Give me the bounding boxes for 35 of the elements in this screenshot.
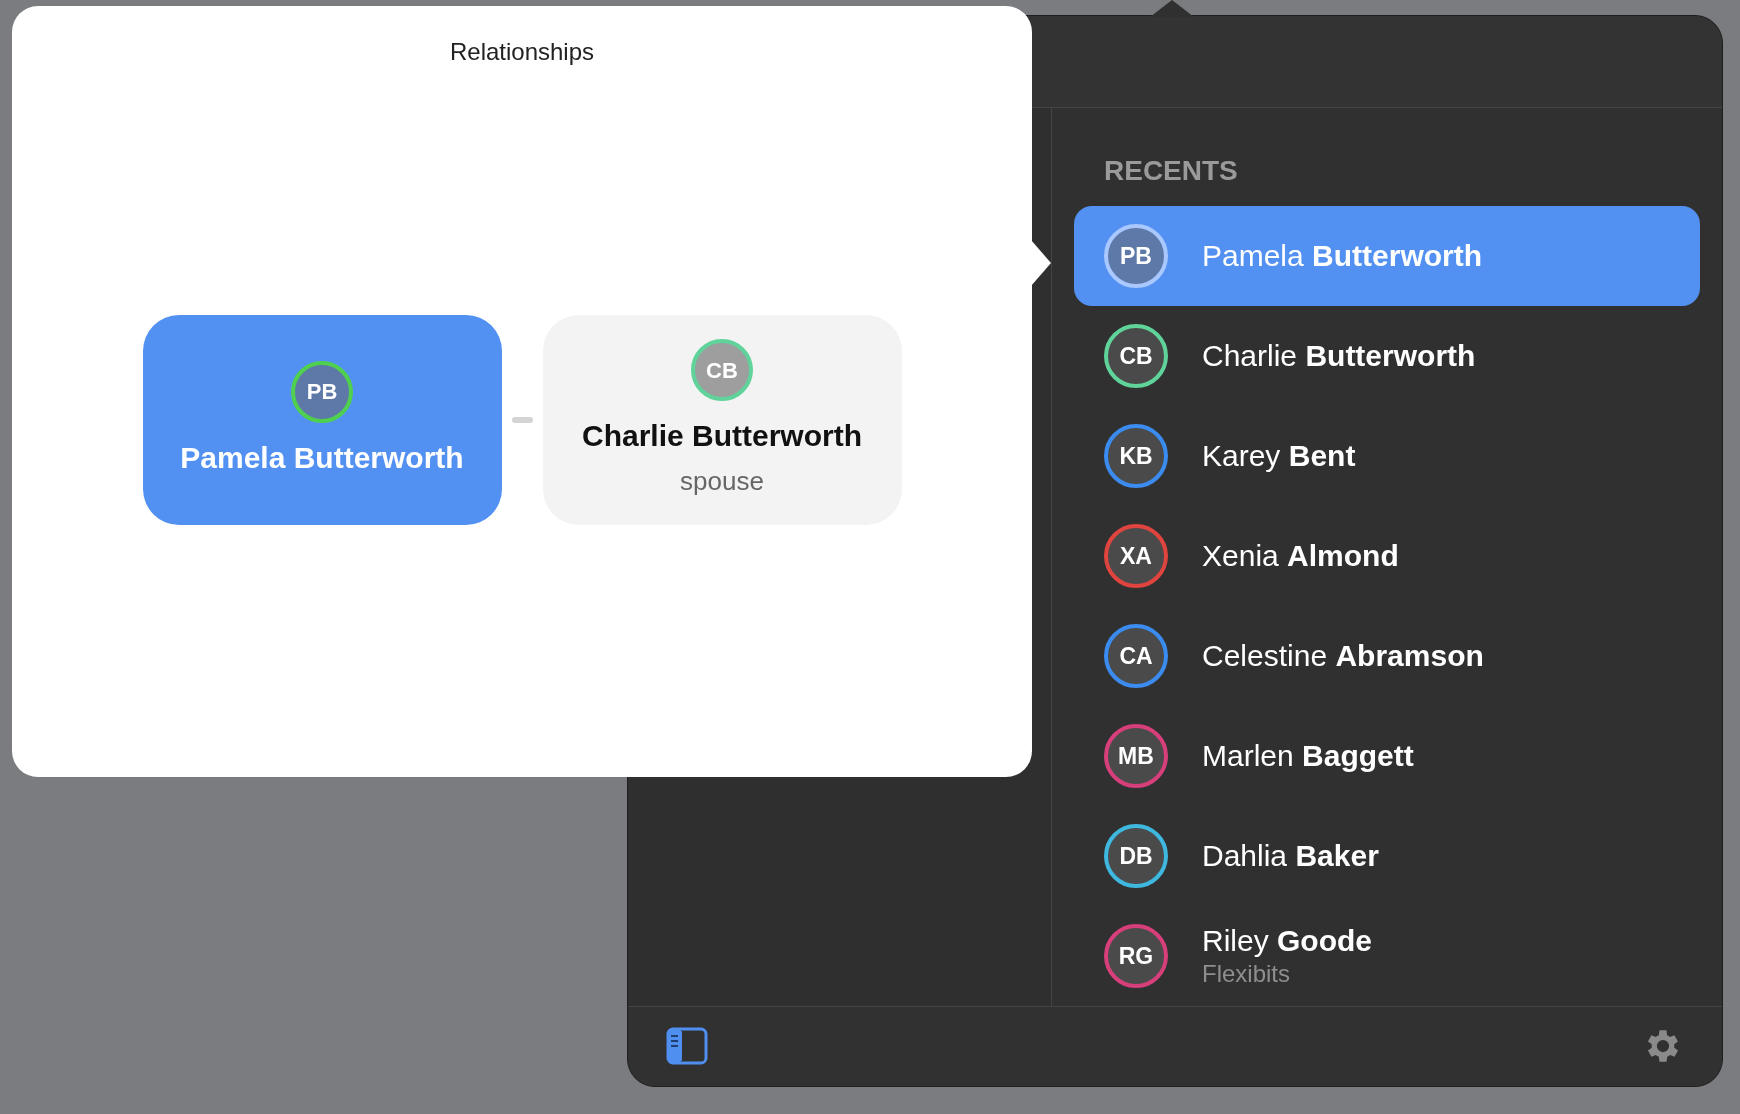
sidebar-toggle-icon[interactable]: [666, 1027, 708, 1066]
avatar: KB: [1104, 423, 1168, 488]
contact-name: Xenia Almond: [1202, 537, 1399, 574]
contact-name: Charlie Butterworth: [1202, 337, 1476, 374]
contact-row[interactable]: RG Riley Goode Flexibits: [1074, 905, 1700, 1006]
avatar: CB: [1104, 323, 1168, 388]
person-name: Pamela Butterworth: [180, 439, 464, 476]
contact-name: Marlen Baggett: [1202, 737, 1414, 774]
contact-row[interactable]: MB Marlen Baggett: [1074, 705, 1700, 806]
relation-label: spouse: [680, 465, 764, 498]
avatar: RG: [1104, 923, 1168, 988]
person-name: Charlie Butterworth: [582, 418, 862, 454]
avatar: CB: [691, 339, 753, 401]
contact-name: Dahlia Baker: [1202, 837, 1379, 874]
avatar: DB: [1104, 823, 1168, 888]
contact-row[interactable]: CA Celestine Abramson: [1074, 605, 1700, 706]
contact-row[interactable]: PB Pamela Butterworth: [1074, 205, 1700, 306]
contact-name: Celestine Abramson: [1202, 637, 1484, 674]
avatar: CA: [1104, 623, 1168, 688]
person-card[interactable]: CB Charlie Butterworth spouse: [542, 315, 902, 525]
section-header: RECENTS: [1104, 153, 1238, 188]
avatar: PB: [291, 360, 353, 423]
avatar: MB: [1104, 723, 1168, 788]
contact-row[interactable]: DB Dahlia Baker: [1074, 805, 1700, 906]
contact-row[interactable]: CB Charlie Butterworth: [1074, 305, 1700, 406]
contact-name: Riley Goode: [1202, 922, 1373, 959]
contact-name: Pamela Butterworth: [1202, 237, 1483, 274]
avatar: PB: [1104, 223, 1168, 288]
contact-company: Flexibits: [1202, 958, 1292, 989]
contact-name: Karey Bent: [1202, 437, 1356, 474]
avatar: XA: [1104, 523, 1168, 588]
popover-title: Relationships: [449, 37, 595, 67]
contact-row[interactable]: XA Xenia Almond: [1074, 505, 1700, 606]
person-card[interactable]: PB Pamela Butterworth: [142, 315, 502, 525]
contact-row[interactable]: KB Karey Bent: [1074, 405, 1700, 506]
